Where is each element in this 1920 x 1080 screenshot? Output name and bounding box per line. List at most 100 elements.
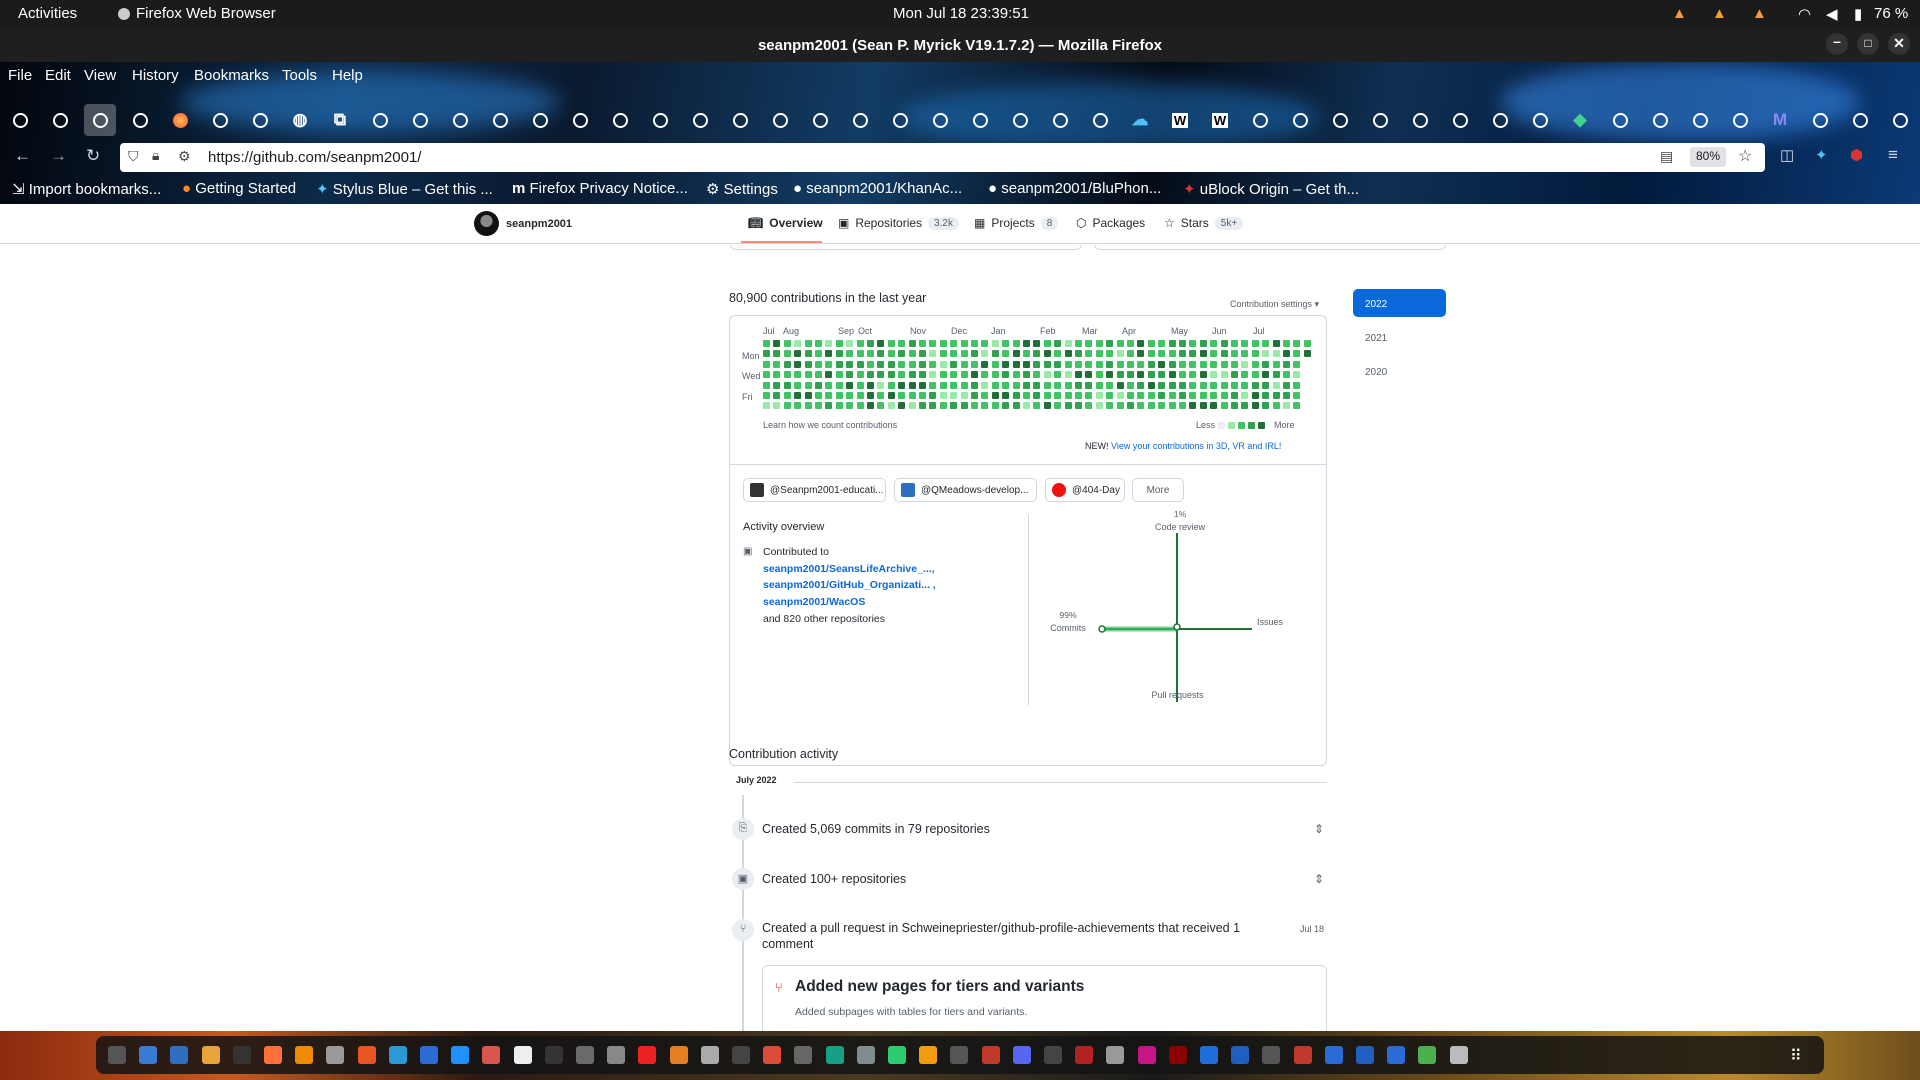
contribution-day[interactable] (981, 350, 989, 358)
bookmark-import[interactable]: ⇲ Import bookmarks... (12, 180, 161, 198)
contribution-day[interactable] (1043, 360, 1051, 368)
contribution-day[interactable] (1293, 402, 1301, 410)
contribution-day[interactable] (773, 392, 781, 399)
lock-icon[interactable]: 🔒︎ (152, 147, 159, 164)
dock-app-icon[interactable] (1075, 1046, 1094, 1064)
contribution-day[interactable] (929, 381, 937, 389)
contribution-day[interactable] (1116, 360, 1124, 368)
contribution-day[interactable] (1095, 371, 1103, 379)
contribution-day[interactable] (1158, 340, 1166, 347)
contribution-day[interactable] (783, 371, 791, 379)
dock-app-icon[interactable] (1324, 1046, 1343, 1064)
contribution-day[interactable] (929, 340, 937, 347)
contribution-day[interactable] (1106, 350, 1114, 358)
tab-packages[interactable]: ⬡ Packages (1076, 216, 1145, 230)
contribution-day[interactable] (1199, 340, 1207, 347)
learn-contributions-link[interactable]: Learn how we count contributions (763, 420, 897, 430)
contribution-day[interactable] (1251, 350, 1259, 358)
dock-app-icon[interactable] (1106, 1046, 1125, 1064)
contribution-day[interactable] (1251, 381, 1259, 389)
contribution-day[interactable] (887, 340, 895, 347)
contribution-day[interactable] (950, 392, 958, 399)
browser-tab[interactable] (604, 104, 636, 136)
minimize-button[interactable]: – (1826, 33, 1848, 55)
contribution-day[interactable] (1023, 371, 1030, 379)
browser-tab[interactable] (1524, 104, 1556, 136)
browser-tab[interactable]: ◆ (1564, 104, 1596, 136)
dock-app-icon[interactable] (1231, 1046, 1250, 1064)
browser-tab[interactable]: ☁ (1124, 104, 1156, 136)
contribution-day[interactable] (1189, 402, 1197, 410)
dock-app-icon[interactable] (170, 1046, 189, 1064)
contribution-day[interactable] (1241, 392, 1249, 399)
contribution-day[interactable] (846, 371, 854, 379)
contribution-day[interactable] (867, 402, 874, 410)
forward-button[interactable]: → (50, 146, 67, 166)
contribution-day[interactable] (1127, 392, 1134, 399)
pr-title[interactable]: Added new pages for tiers and variants (795, 978, 1084, 996)
contribution-day[interactable] (1220, 340, 1228, 347)
contribution-day[interactable] (867, 371, 874, 379)
bookmark-privacy-notice[interactable]: m Firefox Privacy Notice... (512, 180, 688, 197)
contribution-day[interactable] (1158, 350, 1166, 358)
contribution-day[interactable] (919, 340, 926, 347)
contribution-day[interactable] (1293, 340, 1301, 347)
contribution-day[interactable] (794, 360, 802, 368)
bookmark-ublock[interactable]: ✦ uBlock Origin – Get th... (1183, 180, 1359, 198)
contribution-day[interactable] (908, 402, 916, 410)
contribution-day[interactable] (773, 350, 781, 358)
dock-app-icon[interactable] (576, 1046, 594, 1064)
contribution-day[interactable] (856, 340, 864, 347)
contribution-day[interactable] (1137, 350, 1145, 358)
contribution-day[interactable] (815, 392, 822, 399)
tab-overview[interactable]: 📖︎ Overview (748, 216, 823, 230)
contribution-day[interactable] (1023, 360, 1030, 368)
year-2021[interactable]: 2021 (1353, 323, 1446, 351)
contribution-day[interactable] (1272, 360, 1280, 368)
contribution-day[interactable] (981, 371, 989, 379)
contribution-day[interactable] (804, 392, 812, 399)
contribution-day[interactable] (1262, 392, 1270, 399)
contribution-day[interactable] (960, 392, 968, 399)
contribution-day[interactable] (825, 381, 833, 389)
dock-app-icon[interactable] (139, 1046, 158, 1064)
contribution-day[interactable] (1064, 350, 1072, 358)
contribution-day[interactable] (1023, 340, 1030, 347)
contribution-day[interactable] (981, 381, 989, 389)
contribution-day[interactable] (835, 350, 843, 358)
contribution-day[interactable] (1241, 350, 1249, 358)
browser-tab[interactable] (1364, 104, 1396, 136)
contribution-day[interactable] (1033, 392, 1041, 399)
contribution-day[interactable] (867, 392, 874, 399)
contribution-day[interactable] (898, 381, 906, 389)
year-2022[interactable]: 2022 (1353, 289, 1446, 317)
contribution-day[interactable] (908, 340, 916, 347)
contribution-day[interactable] (1231, 402, 1238, 410)
contribution-day[interactable] (825, 392, 833, 399)
contribution-day[interactable] (773, 381, 781, 389)
contribution-day[interactable] (1085, 371, 1093, 379)
contribution-day[interactable] (1262, 340, 1270, 347)
contribution-day[interactable] (1262, 360, 1270, 368)
contribution-day[interactable] (1283, 350, 1290, 358)
contribution-day[interactable] (835, 392, 843, 399)
contribution-day[interactable] (1251, 371, 1259, 379)
dock-app-icon[interactable] (1200, 1046, 1218, 1064)
contribution-day[interactable] (1293, 381, 1301, 389)
contribution-day[interactable] (1158, 392, 1166, 399)
contribution-day[interactable] (1085, 360, 1093, 368)
contribution-day[interactable] (1012, 360, 1020, 368)
dock-app-icon[interactable] (1293, 1046, 1312, 1064)
contribution-day[interactable] (1033, 371, 1041, 379)
contribution-day[interactable] (1262, 402, 1270, 410)
contribution-day[interactable] (1241, 402, 1249, 410)
contribution-day[interactable] (1064, 360, 1072, 368)
contribution-day[interactable] (960, 371, 968, 379)
contribution-day[interactable] (825, 350, 833, 358)
contribution-day[interactable] (981, 360, 989, 368)
pull-request-card[interactable]: ⑂ Added new pages for tiers and variants… (762, 965, 1327, 1031)
contribution-day[interactable] (950, 371, 958, 379)
contribution-day[interactable] (1272, 340, 1280, 347)
contribution-day[interactable] (804, 402, 812, 410)
contribution-day[interactable] (1012, 371, 1020, 379)
